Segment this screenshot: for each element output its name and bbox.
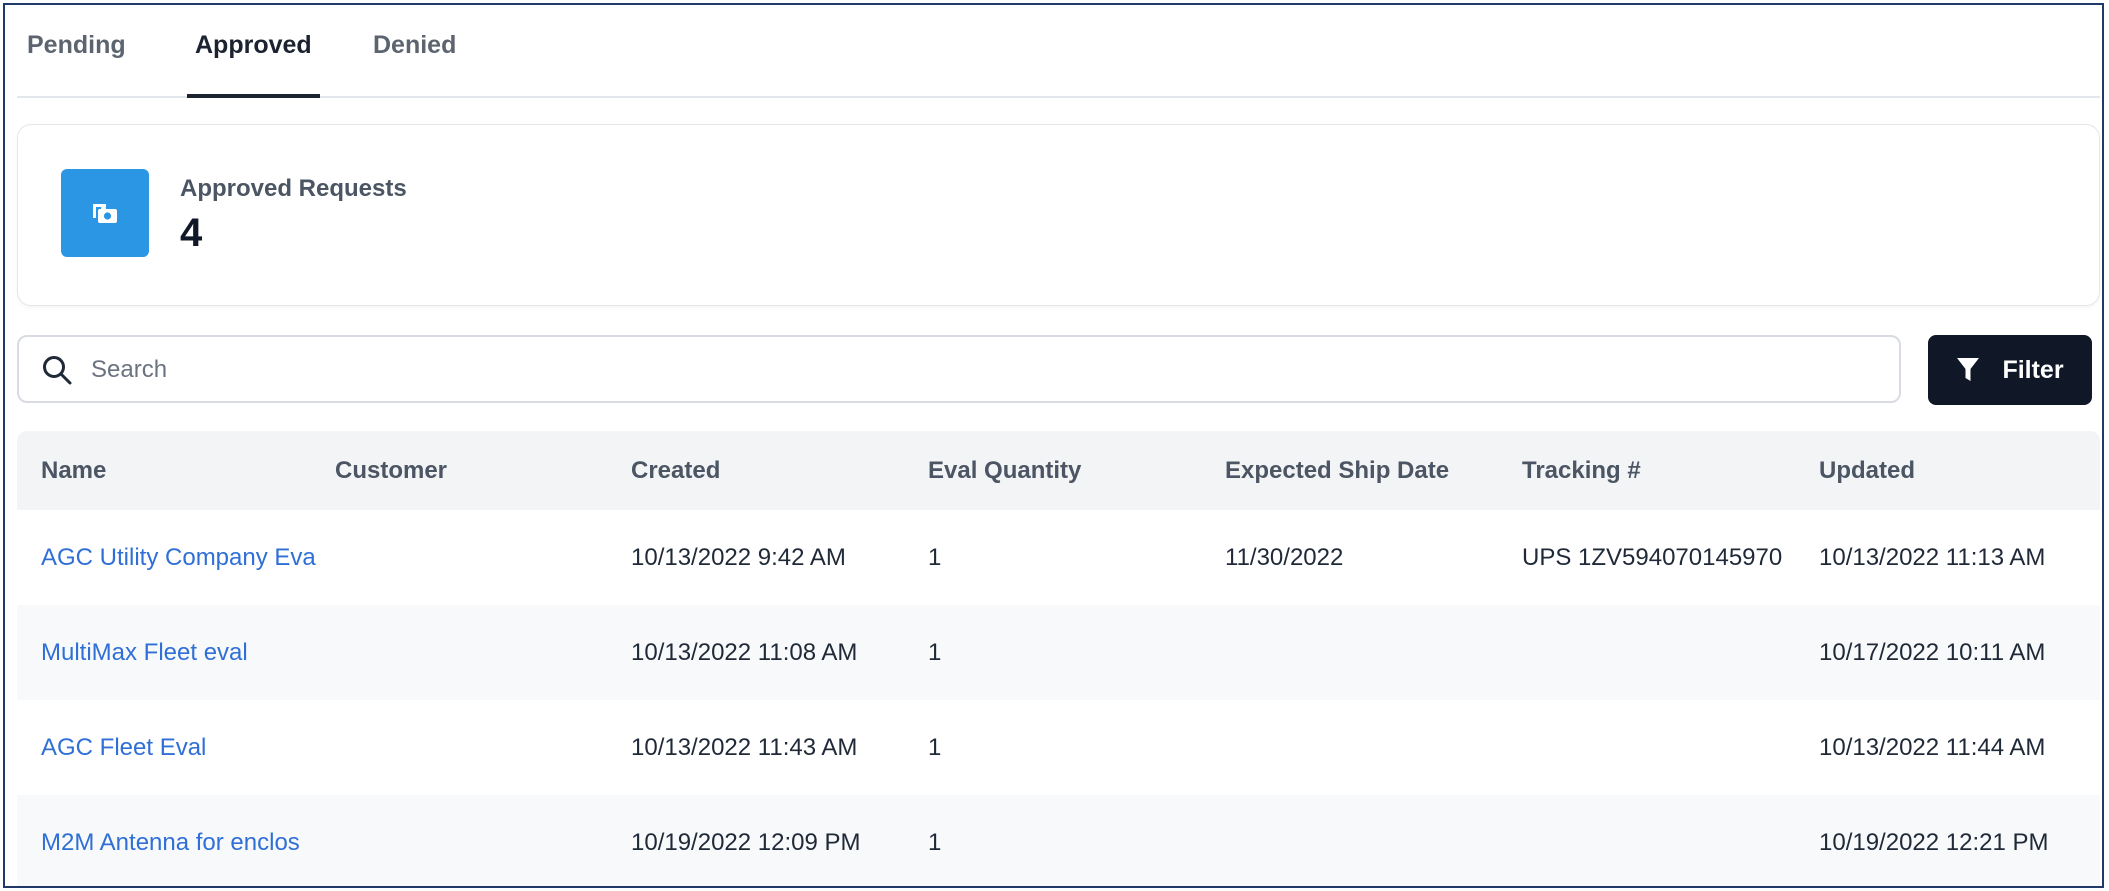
column-header-created[interactable]: Created [631,431,911,510]
search-input[interactable] [89,347,1883,393]
expected-ship-date-cell: 11/30/2022 [1225,544,1344,571]
request-name-link[interactable]: AGC Fleet Eval [41,700,327,795]
summary-icon-tile [61,169,149,257]
eval-quantity-cell: 1 [928,544,942,571]
updated-cell: 10/17/2022 10:11 AM [1819,639,2046,666]
created-cell: 10/13/2022 11:08 AM [631,639,858,666]
expected-ship-date-cell [1225,795,1505,886]
expected-ship-date-cell [1225,700,1505,795]
tab-approved[interactable]: Approved [187,5,320,98]
tab-approved-label: Approved [195,31,312,59]
column-header-updated[interactable]: Updated [1819,431,2099,510]
tab-denied[interactable]: Denied [373,5,456,96]
approved-summary-card: Approved Requests 4 [17,124,2100,306]
tracking-cell [1522,605,1790,700]
table-row[interactable]: AGC Utility Company Eva 10/13/2022 9:42 … [17,510,2100,605]
created-cell: 10/13/2022 11:43 AM [631,734,858,761]
summary-label: Approved Requests [180,175,407,202]
request-name-link[interactable]: AGC Utility Company Eva [41,510,327,605]
funnel-icon [1957,358,1980,381]
filter-label: Filter [2002,355,2064,384]
table-header: Name Customer Created Eval Quantity Expe… [17,431,2100,510]
content-area: Pending Approved Denied Approved Request… [17,5,2100,886]
updated-cell: 10/13/2022 11:13 AM [1819,544,2046,571]
expected-ship-date-cell [1225,605,1505,700]
search-box [17,335,1901,403]
filter-button[interactable]: Filter [1928,335,2092,405]
tab-bar: Pending Approved Denied [17,5,2100,98]
column-header-expected-ship-date[interactable]: Expected Ship Date [1225,431,1505,510]
table-row[interactable]: MultiMax Fleet eval 10/13/2022 11:08 AM … [17,605,2100,700]
request-name-link[interactable]: M2M Antenna for enclos [41,795,327,886]
tab-pending[interactable]: Pending [27,5,126,96]
app-frame: Pending Approved Denied Approved Request… [3,3,2104,888]
created-cell: 10/13/2022 9:42 AM [631,544,846,571]
eval-quantity-cell: 1 [928,734,942,761]
column-header-tracking[interactable]: Tracking # [1522,431,1790,510]
eval-quantity-cell: 1 [928,639,942,666]
customer-cell [335,795,615,886]
request-name-link[interactable]: MultiMax Fleet eval [41,605,327,700]
camera-icon [93,204,117,223]
created-cell: 10/19/2022 12:09 PM [631,829,861,856]
search-icon [43,356,72,385]
column-header-name[interactable]: Name [41,431,327,510]
updated-cell: 10/19/2022 12:21 PM [1819,829,2049,856]
eval-quantity-cell: 1 [928,829,942,856]
tracking-cell: UPS 1ZV594070145970 [1522,544,1783,571]
summary-count: 4 [180,211,203,255]
column-header-customer[interactable]: Customer [335,431,615,510]
active-tab-indicator [187,94,320,98]
tracking-cell [1522,700,1790,795]
customer-cell [335,605,615,700]
table-row[interactable]: M2M Antenna for enclos 10/19/2022 12:09 … [17,795,2100,886]
column-header-eval-quantity[interactable]: Eval Quantity [928,431,1208,510]
customer-cell [335,510,615,605]
table-row[interactable]: AGC Fleet Eval 10/13/2022 11:43 AM 1 10/… [17,700,2100,795]
updated-cell: 10/13/2022 11:44 AM [1819,734,2046,761]
tracking-cell [1522,795,1790,886]
customer-cell [335,700,615,795]
